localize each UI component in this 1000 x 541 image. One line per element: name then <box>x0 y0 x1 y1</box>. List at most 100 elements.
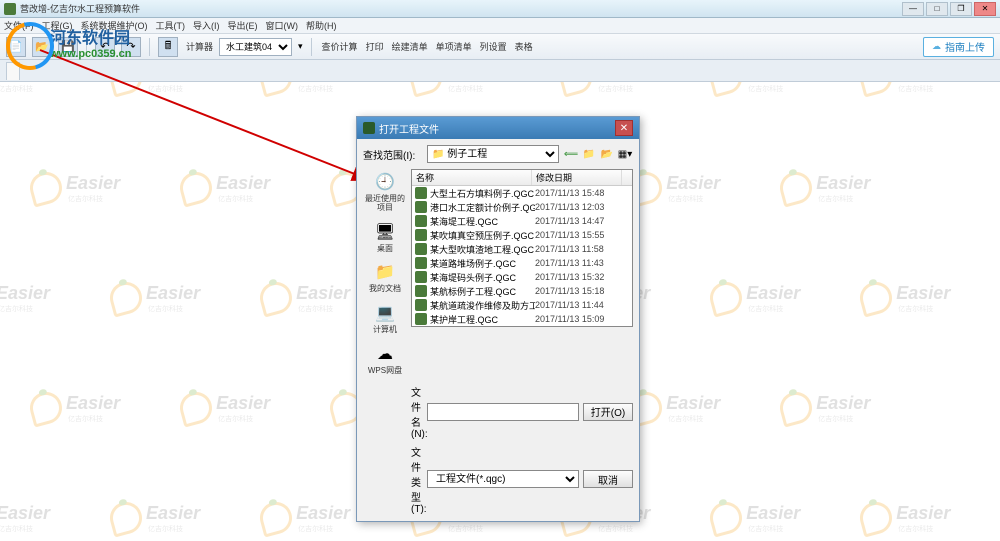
place-3[interactable]: 💻 计算机 <box>371 300 399 337</box>
lookup-label: 查找范围(I): <box>363 147 423 162</box>
close-button[interactable]: ✕ <box>974 2 996 16</box>
app-icon <box>4 3 16 15</box>
place-2[interactable]: 📁 我的文档 <box>367 259 403 296</box>
file-row[interactable]: 某海堤码头例子.QGC2017/11/13 15:32 <box>412 270 632 284</box>
file-name: 港口水工定额计价例子.QGC <box>430 201 535 214</box>
file-icon <box>415 229 427 241</box>
file-icon <box>415 201 427 213</box>
tool-item-0[interactable]: 查价计算 <box>322 40 358 53</box>
logo-url: www.pc0359.cn <box>50 48 132 60</box>
place-label: WPS网盘 <box>368 367 402 376</box>
secondary-bar <box>0 60 1000 82</box>
back-icon[interactable]: ⟸ <box>563 146 579 162</box>
place-icon: ☁ <box>373 343 397 365</box>
menu-help[interactable]: 帮助(H) <box>306 19 337 32</box>
file-name: 某海堤码头例子.QGC <box>430 271 535 284</box>
filelist-header: 名称 修改日期 <box>412 170 632 186</box>
up-icon[interactable]: 📁 <box>581 146 597 162</box>
file-icon <box>415 313 427 325</box>
file-row[interactable]: 某航标例子工程.QGC2017/11/13 15:18 <box>412 284 632 298</box>
place-4[interactable]: ☁ WPS网盘 <box>366 341 404 378</box>
col-name[interactable]: 名称 <box>412 170 532 185</box>
file-date: 2017/11/13 11:44 <box>535 300 604 310</box>
filelist-rows[interactable]: 大型土石方填料例子.QGC2017/11/13 15:48港口水工定额计价例子.… <box>412 186 632 326</box>
category-dropdown[interactable]: 水工建筑04 <box>219 38 292 56</box>
menubar: 文件(F) 工程(G) 系统数据维护(O) 工具(T) 导入(I) 导出(E) … <box>0 18 1000 34</box>
logo-icon <box>6 22 46 62</box>
tool-item-2[interactable]: 绘建清单 <box>392 40 428 53</box>
tool-item-1[interactable]: 打印 <box>366 40 384 53</box>
separator <box>311 38 312 56</box>
place-0[interactable]: 🕘 最近使用的项目 <box>363 169 407 215</box>
place-label: 最近使用的项目 <box>365 195 405 213</box>
calculator-label: 计算器 <box>186 40 213 53</box>
separator <box>149 38 150 56</box>
filetype-dropdown[interactable]: 工程文件(*.qgc) <box>427 470 579 488</box>
file-icon <box>415 215 427 227</box>
file-date: 2017/11/13 15:09 <box>535 314 604 324</box>
file-date: 2017/11/13 15:55 <box>535 230 604 240</box>
menu-export[interactable]: 导出(E) <box>228 19 258 32</box>
menu-window[interactable]: 窗口(W) <box>266 19 299 32</box>
place-label: 桌面 <box>377 245 393 254</box>
file-date: 2017/11/13 12:03 <box>535 202 604 212</box>
file-date: 2017/11/13 15:48 <box>535 188 604 198</box>
file-icon <box>415 299 427 311</box>
filename-label: 文件名(N): <box>363 384 423 440</box>
file-row[interactable]: 某吹填真空预压例子.QGC2017/11/13 15:55 <box>412 228 632 242</box>
place-label: 计算机 <box>373 326 397 335</box>
file-row[interactable]: 某道路堆场例子.QGC2017/11/13 11:43 <box>412 256 632 270</box>
file-name: 某海堤工程.QGC <box>430 215 535 228</box>
dialog-icon <box>363 122 375 134</box>
minimize-button[interactable]: — <box>902 2 924 16</box>
restore-button[interactable]: ❐ <box>950 2 972 16</box>
col-date[interactable]: 修改日期 <box>532 170 622 185</box>
calc-icon[interactable]: 🖩 <box>158 37 178 57</box>
file-date: 2017/11/13 15:32 <box>535 272 604 282</box>
file-row[interactable]: 某航道疏浚作维修及助方工程.QGC2017/11/13 11:44 <box>412 298 632 312</box>
file-row[interactable]: 某护岸工程.QGC2017/11/13 15:09 <box>412 312 632 326</box>
file-name: 某大型吹填渣地工程.QGC <box>430 243 535 256</box>
newfolder-icon[interactable]: 📂 <box>599 146 615 162</box>
file-name: 某航道疏浚作维修及助方工程.QGC <box>430 299 535 312</box>
view-icon[interactable]: ▦▾ <box>617 146 633 162</box>
place-1[interactable]: 🖥桌面 <box>371 219 399 256</box>
file-icon <box>415 243 427 255</box>
filetype-label: 文件类型(T): <box>363 444 423 515</box>
cancel-button[interactable]: 取消 <box>583 470 633 488</box>
file-list: 名称 修改日期 大型土石方填料例子.QGC2017/11/13 15:48港口水… <box>411 169 633 327</box>
file-name: 某道路堆场例子.QGC <box>430 257 535 270</box>
open-button[interactable]: 打开(O) <box>583 403 633 421</box>
titlebar: 营改增-亿吉尔水工程预算软件 — □ ❐ ✕ <box>0 0 1000 18</box>
place-label: 我的文档 <box>369 285 401 294</box>
file-row[interactable]: 大型土石方填料例子.QGC2017/11/13 15:48 <box>412 186 632 200</box>
place-icon: 📁 <box>373 261 397 283</box>
file-date: 2017/11/13 14:47 <box>535 216 604 226</box>
file-icon <box>415 285 427 297</box>
cloud-upload-button[interactable]: 指南上传 <box>923 37 994 57</box>
file-name: 某航标例子工程.QGC <box>430 285 535 298</box>
menu-import[interactable]: 导入(I) <box>193 19 220 32</box>
lookup-dropdown[interactable]: 📁 例子工程 <box>427 145 559 163</box>
file-icon <box>415 271 427 283</box>
app-title: 营改增-亿吉尔水工程预算软件 <box>20 2 902 15</box>
place-icon: 🕘 <box>373 171 397 193</box>
tool-item-3[interactable]: 单项清单 <box>436 40 472 53</box>
tool-item-5[interactable]: 表格 <box>515 40 533 53</box>
logo-cn: 河东软件园 <box>50 24 132 48</box>
maximize-button[interactable]: □ <box>926 2 948 16</box>
file-row[interactable]: 某大型吹填渣地工程.QGC2017/11/13 11:58 <box>412 242 632 256</box>
tool-item-4[interactable]: 列设置 <box>480 40 507 53</box>
file-row[interactable]: 港口水工定额计价例子.QGC2017/11/13 12:03 <box>412 200 632 214</box>
toolbar: 📄 📂 💾 ↶ ↷ 🖩 计算器 水工建筑04 ▾ 查价计算 打印 绘建清单 单项… <box>0 34 1000 60</box>
menu-tools[interactable]: 工具(T) <box>156 19 186 32</box>
file-name: 某护岸工程.QGC <box>430 313 535 326</box>
file-icon <box>415 187 427 199</box>
file-date: 2017/11/13 11:43 <box>535 258 604 268</box>
filename-input[interactable] <box>427 403 579 421</box>
place-icon: 💻 <box>373 302 397 324</box>
file-date: 2017/11/13 11:58 <box>535 244 604 254</box>
file-icon <box>415 257 427 269</box>
file-row[interactable]: 某海堤工程.QGC2017/11/13 14:47 <box>412 214 632 228</box>
dialog-close-button[interactable]: ✕ <box>615 120 633 136</box>
